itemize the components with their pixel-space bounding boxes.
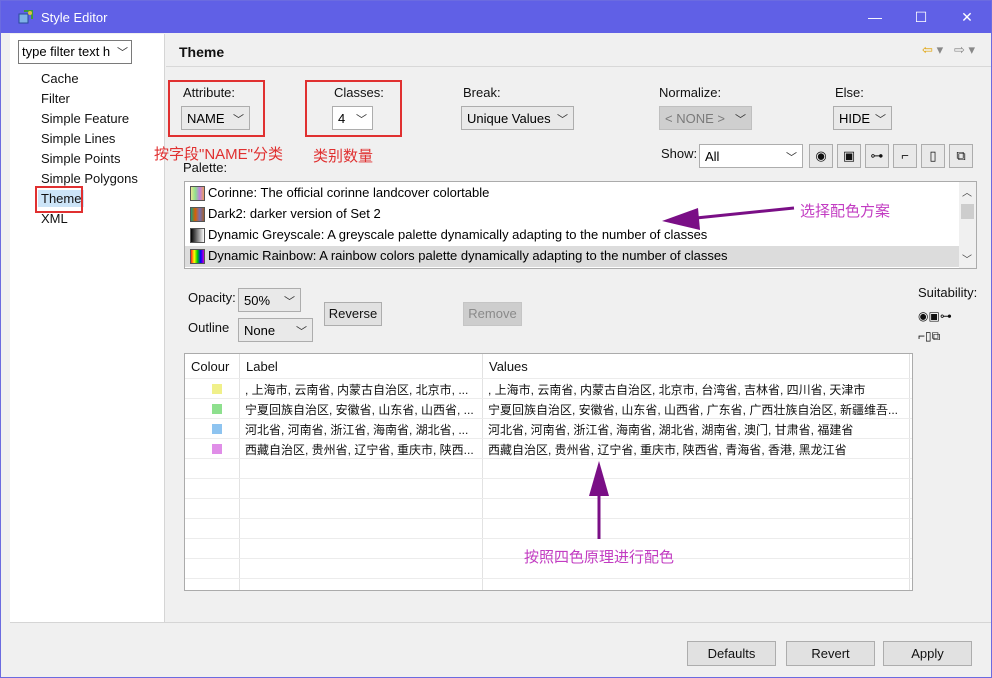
window-title: Style Editor bbox=[41, 10, 108, 25]
sidebar-item-simple-points[interactable]: Simple Points bbox=[41, 151, 120, 166]
filter-input[interactable]: type filter text h ﹀ bbox=[18, 40, 132, 64]
theme-panel: Theme ⇦ ▾ ⇨ ▾ Attribute: NAME ﹀ 按字段"NAME… bbox=[154, 34, 991, 622]
sidebar-item-simple-lines[interactable]: Simple Lines bbox=[41, 131, 115, 146]
app-icon bbox=[18, 10, 33, 24]
sidebar-item-simple-polygons[interactable]: Simple Polygons bbox=[41, 171, 138, 186]
button-bar: Defaults Revert Apply bbox=[10, 622, 991, 677]
filter-input-text: type filter text h bbox=[22, 44, 111, 59]
sidebar: type filter text h ﹀ Cache Filter Simple… bbox=[10, 34, 165, 622]
revert-button[interactable]: Revert bbox=[786, 641, 875, 666]
title-bar: Style Editor — ☐ ✕ bbox=[1, 1, 991, 33]
close-button[interactable]: ✕ bbox=[944, 1, 990, 33]
chevron-down-icon[interactable]: ﹀ bbox=[117, 44, 128, 60]
defaults-button[interactable]: Defaults bbox=[687, 641, 776, 666]
apply-button[interactable]: Apply bbox=[883, 641, 972, 666]
arrowhead-palette-icon bbox=[662, 208, 700, 230]
sidebar-item-cache[interactable]: Cache bbox=[41, 71, 79, 86]
highlight-box-theme bbox=[35, 186, 83, 213]
minimize-button[interactable]: — bbox=[852, 1, 898, 33]
arrow-to-palette bbox=[695, 206, 795, 220]
maximize-button[interactable]: ☐ bbox=[898, 1, 944, 33]
sidebar-item-simple-feature[interactable]: Simple Feature bbox=[41, 111, 129, 126]
annotation-arrows bbox=[589, 206, 795, 539]
style-editor-window: Style Editor — ☐ ✕ type filter text h ﹀ … bbox=[0, 0, 992, 678]
arrowhead-values-icon bbox=[589, 461, 609, 496]
sidebar-item-xml[interactable]: XML bbox=[41, 211, 68, 226]
sidebar-item-filter[interactable]: Filter bbox=[41, 91, 70, 106]
